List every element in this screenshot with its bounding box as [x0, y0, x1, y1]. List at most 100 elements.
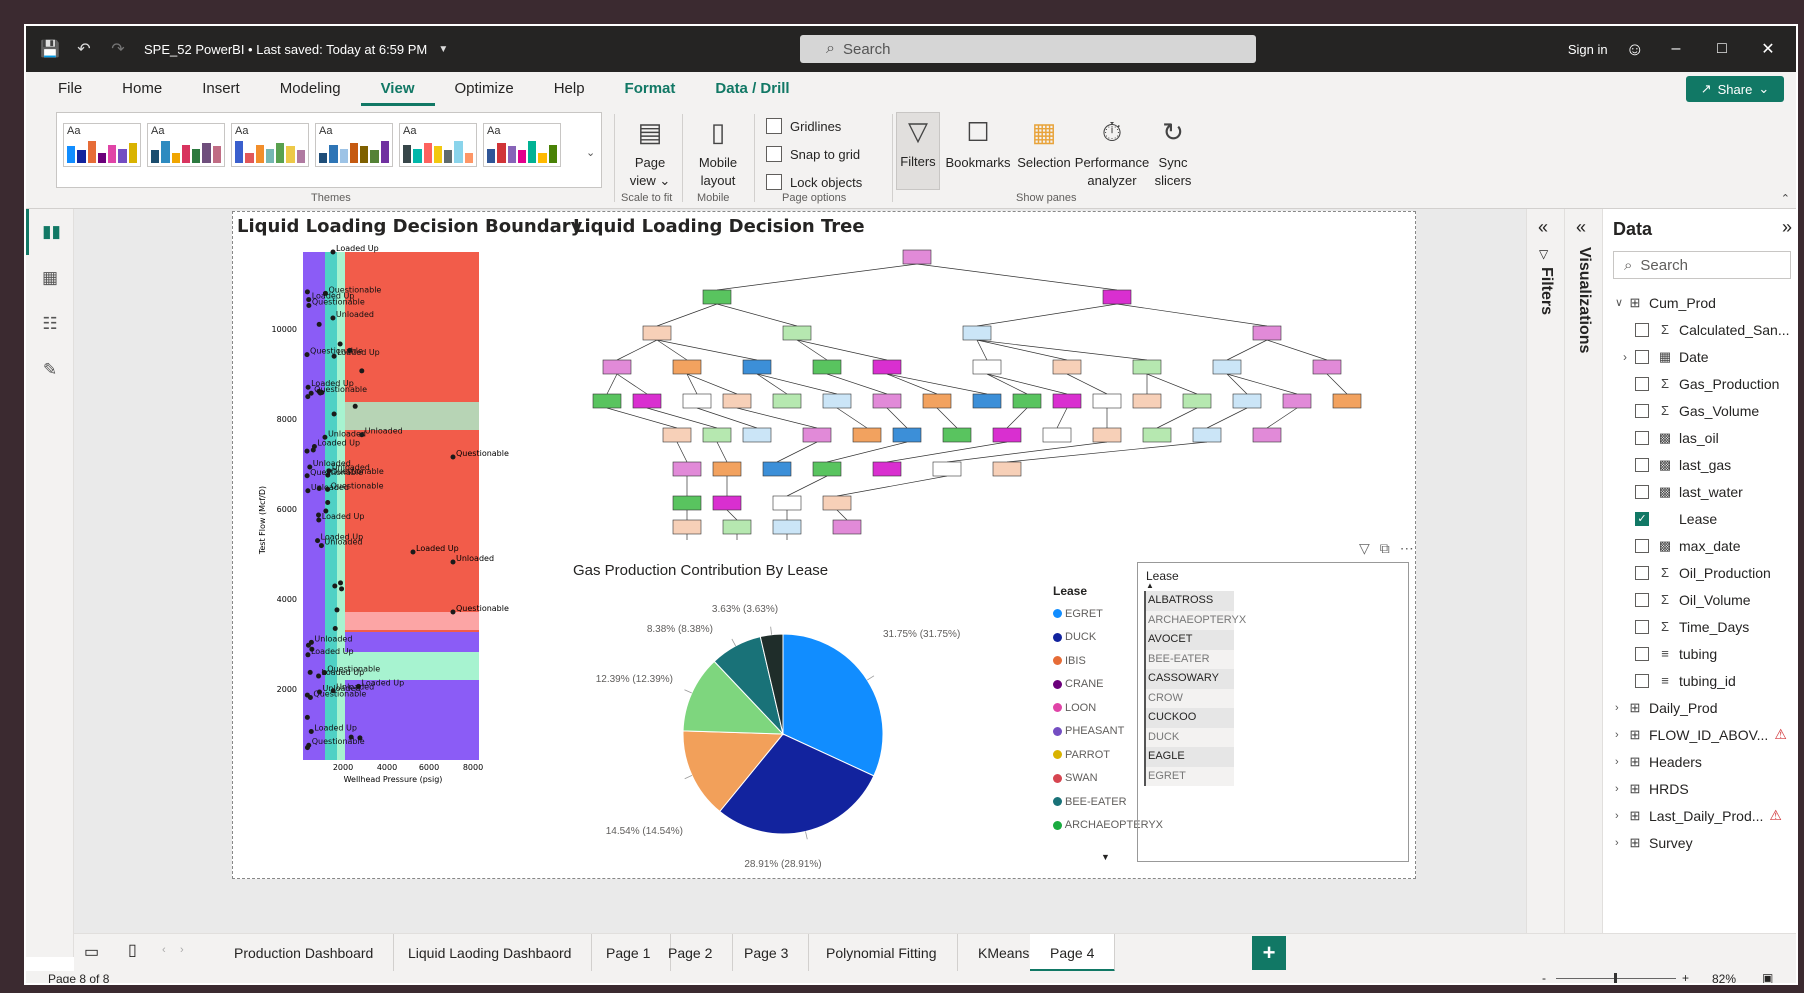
focus-mode-icon[interactable]: ⧉	[1380, 540, 1390, 557]
undo-icon[interactable]: ↶	[74, 39, 94, 59]
field-item[interactable]: › ▦ Date	[1609, 343, 1796, 370]
field-item[interactable]: ▩ max_date	[1609, 532, 1796, 559]
field-item[interactable]: ▩ last_water	[1609, 478, 1796, 505]
field-checkbox[interactable]	[1635, 430, 1649, 445]
chevron-right-icon[interactable]: ›	[1615, 729, 1627, 741]
filters-pane[interactable]: « ▽ Filters	[1526, 209, 1564, 933]
pie-chart[interactable]: 31.75% (31.75%) 28.91% (28.91%) 14.54% (14…	[573, 582, 1043, 872]
theme-option[interactable]: Aa	[483, 123, 561, 167]
field-checkbox[interactable]	[1635, 349, 1649, 364]
field-item[interactable]: Σ Gas_Volume	[1609, 397, 1796, 424]
zoom-slider-thumb[interactable]	[1614, 973, 1617, 983]
theme-option[interactable]: Aa	[315, 123, 393, 167]
account-icon[interactable]: ☺	[1626, 39, 1644, 60]
field-item[interactable]: ▩ last_gas	[1609, 451, 1796, 478]
field-item[interactable]: › ⊞ Daily_Prod	[1609, 694, 1796, 721]
field-item[interactable]: ▩ las_oil	[1609, 424, 1796, 451]
page-tab[interactable]: Page 3	[724, 934, 810, 972]
field-item[interactable]: ≡ tubing_id	[1609, 667, 1796, 694]
page-tab[interactable]: Polynomial Fitting	[806, 934, 958, 972]
fit-to-page-icon[interactable]: ▣	[1762, 971, 1773, 983]
field-checkbox[interactable]	[1635, 592, 1649, 607]
field-checkbox[interactable]	[1635, 565, 1649, 580]
mobile-layout-button[interactable]: ▯ Mobile layout	[690, 114, 746, 190]
field-checkbox[interactable]	[1635, 484, 1649, 499]
lock-objects-checkbox[interactable]: Lock objects	[766, 174, 862, 190]
page-view-button[interactable]: ▤ Page view ⌄	[622, 114, 678, 190]
menu-insert[interactable]: Insert	[182, 72, 260, 106]
field-checkbox[interactable]: ✓	[1635, 511, 1649, 526]
menu-optimize[interactable]: Optimize	[435, 72, 534, 106]
chevron-right-icon[interactable]: ›	[1615, 702, 1627, 714]
slicer-item[interactable]: DUCK	[1144, 727, 1234, 747]
share-button[interactable]: ↗ Share ⌄	[1686, 76, 1784, 102]
more-options-icon[interactable]: ⋯	[1400, 540, 1414, 557]
visual-filter-icon[interactable]: ▽	[1359, 540, 1370, 557]
chevron-right-icon[interactable]: ›	[1615, 837, 1627, 849]
close-icon[interactable]: ✕	[1754, 39, 1782, 59]
search-box[interactable]: ⌕ Search	[800, 35, 1256, 63]
theme-option[interactable]: Aa	[231, 123, 309, 167]
dax-query-icon[interactable]: ✎	[26, 347, 74, 393]
scroll-left-icon[interactable]: ‹	[162, 944, 166, 956]
minimize-icon[interactable]: –	[1662, 40, 1690, 58]
collapse-ribbon-icon[interactable]: ⌃	[1781, 192, 1790, 205]
chevron-right-icon[interactable]: ›	[1615, 783, 1627, 795]
theme-option[interactable]: Aa	[147, 123, 225, 167]
field-checkbox[interactable]	[1635, 403, 1649, 418]
filters-pane-button[interactable]: ▽ Filters	[896, 112, 940, 190]
menu-format[interactable]: Format	[605, 72, 696, 106]
field-checkbox[interactable]	[1635, 538, 1649, 553]
chevron-right-icon[interactable]: ›	[1623, 350, 1635, 364]
menu-home[interactable]: Home	[102, 72, 182, 106]
data-search-input[interactable]: ⌕ Search	[1613, 251, 1791, 279]
bookmarks-button[interactable]: ☐ Bookmarks	[942, 114, 1014, 172]
zoom-out-icon[interactable]: -	[1542, 971, 1546, 983]
lease-slicer[interactable]: Lease ▲ ALBATROSS ARCHAEOPTERYX AVOCET BEE-…	[1137, 562, 1409, 862]
theme-option[interactable]: Aa	[399, 123, 477, 167]
collapse-filters-icon[interactable]: «	[1538, 217, 1548, 238]
zoom-in-icon[interactable]: +	[1682, 971, 1689, 983]
maximize-icon[interactable]: □	[1708, 40, 1736, 58]
field-item[interactable]: › ⊞ HRDS	[1609, 775, 1796, 802]
slicer-item[interactable]: CASSOWARY	[1144, 669, 1234, 689]
sync-slicers-button[interactable]: ↻ Sync slicers	[1152, 114, 1194, 190]
field-checkbox[interactable]	[1635, 673, 1649, 688]
page-tab[interactable]: Page 4	[1030, 934, 1116, 972]
field-item[interactable]: Σ Time_Days	[1609, 613, 1796, 640]
add-page-button[interactable]: +	[1252, 936, 1286, 970]
field-item[interactable]: › ⊞ Last_Daily_Prod... ⚠	[1609, 802, 1796, 829]
slicer-item[interactable]: BEE-EATER	[1144, 649, 1234, 669]
field-item[interactable]: Σ Calculated_San...	[1609, 316, 1796, 343]
field-item[interactable]: ✓ Lease	[1609, 505, 1796, 532]
field-item[interactable]: Σ Oil_Volume	[1609, 586, 1796, 613]
menu-file[interactable]: File	[38, 72, 102, 106]
field-checkbox[interactable]	[1635, 322, 1649, 337]
decision-tree-graphic[interactable]	[573, 240, 1393, 540]
chevron-right-icon[interactable]: ›	[1615, 756, 1627, 768]
field-checkbox[interactable]	[1635, 619, 1649, 634]
slicer-item[interactable]: CROW	[1144, 688, 1234, 708]
slicer-item[interactable]: ALBATROSS	[1144, 591, 1234, 611]
menu-modeling[interactable]: Modeling	[260, 72, 361, 106]
gridlines-checkbox[interactable]: Gridlines	[766, 118, 841, 134]
chevron-down-icon[interactable]: ∨	[1615, 296, 1627, 309]
field-item[interactable]: Σ Oil_Production	[1609, 559, 1796, 586]
field-item[interactable]: › ⊞ FLOW_ID_ABOV... ⚠	[1609, 721, 1796, 748]
desktop-layout-icon[interactable]: ▭	[84, 942, 99, 962]
scroll-right-icon[interactable]: ›	[180, 944, 184, 956]
slicer-item[interactable]: CUCKOO	[1144, 708, 1234, 728]
expand-data-pane-icon[interactable]: »	[1782, 217, 1792, 238]
menu-help[interactable]: Help	[534, 72, 605, 106]
field-checkbox[interactable]	[1635, 646, 1649, 661]
menu-view[interactable]: View	[360, 72, 435, 106]
save-icon[interactable]: 💾	[40, 39, 60, 59]
decision-boundary-plot[interactable]: 10000 8000 6000 4000 2000 2000 4000 6000 8000 Tes…	[243, 240, 553, 860]
legend-more-icon[interactable]: ▼	[1101, 852, 1110, 862]
field-item[interactable]: ≡ tubing	[1609, 640, 1796, 667]
field-item[interactable]: › ⊞ Survey	[1609, 829, 1796, 856]
slicer-item[interactable]: AVOCET	[1144, 630, 1234, 650]
page-tab[interactable]: Production Dashboard	[214, 934, 395, 972]
collapse-visualizations-icon[interactable]: «	[1576, 217, 1586, 238]
field-item[interactable]: › ⊞ Headers	[1609, 748, 1796, 775]
